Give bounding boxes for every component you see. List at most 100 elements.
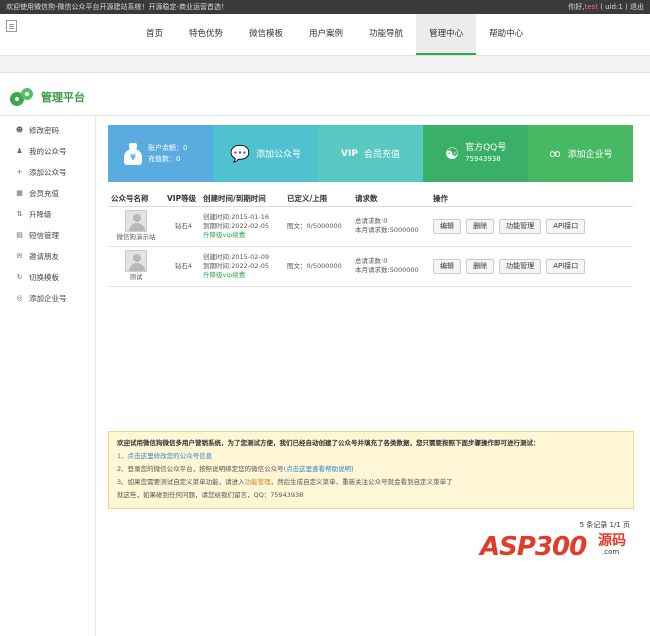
arrows-icon: ⇅ <box>16 210 23 218</box>
delete-button[interactable]: 删除 <box>466 258 495 274</box>
money-bag-icon: ¥ <box>124 142 142 165</box>
sidebar-item-label: 修改密码 <box>29 126 59 135</box>
accounts-table: 公众号名称 VIP等级 创建时间/到期时间 已定义/上限 请求数 操作 微信狗演… <box>108 192 633 287</box>
upgrade-link[interactable]: 升降级vip续费 <box>203 271 284 280</box>
qq-tile[interactable]: ☯ 官方QQ号 75943938 <box>423 125 528 182</box>
sidebar-item-upgrade[interactable]: ⇅ 升降级 <box>0 204 95 225</box>
created-date: 创建时间:2015-01-16 <box>203 212 269 221</box>
sidebar-item-label: 添加公众号 <box>29 168 67 177</box>
nav-home[interactable]: 首页 <box>133 14 176 55</box>
greeting: 你好, <box>568 3 585 11</box>
enterprise-icon: ∞ <box>548 144 562 163</box>
sidebar-item-label: 添加企业号 <box>29 294 67 303</box>
month-requests: 本月请求数:5000000 <box>355 266 419 274</box>
main-nav: 首页 特色优势 微信模板 用户案例 功能导航 管理中心 帮助中心 <box>133 14 536 55</box>
username[interactable]: test <box>585 3 598 11</box>
account-name: 微信狗演示站 <box>116 233 156 241</box>
logout-link[interactable]: 退出 <box>630 3 644 11</box>
add-enterprise-label: 添加企业号 <box>567 150 613 160</box>
sidebar: ☻ 修改密码 ♟ 我的公众号 + 添加公众号 ▦ 会员充值 ⇅ 升降级 ▤ 短信管理 ✉ 邀请… <box>0 116 96 636</box>
vip-recharge-label: 会员充值 <box>363 150 400 160</box>
sidebar-item-switch-template[interactable]: ↻ 切换模板 <box>0 267 95 288</box>
sidebar-item-add-enterprise[interactable]: ◎ 添加企业号 <box>0 288 95 309</box>
vip-icon: VIP <box>341 148 358 159</box>
invite-icon: ✉ <box>16 252 23 260</box>
feature-manage-button[interactable]: 功能管理 <box>499 218 542 234</box>
total-requests: 总请求数:0 <box>355 257 388 265</box>
platform-header: 管理平台 <box>10 83 85 111</box>
top-bar: 欢迎使用微信狗-微信公众平台开源建站系统！开源稳定-商业运营首选！ 你好,tes… <box>0 0 650 14</box>
nav-features[interactable]: 特色优势 <box>176 14 236 55</box>
actions-cell: 编辑 删除 功能管理 API接口 <box>430 246 633 287</box>
qq-number: 75943938 <box>465 154 501 163</box>
edit-button[interactable]: 编辑 <box>433 218 461 234</box>
col-header-dates: 创建时间/到期时间 <box>200 192 284 207</box>
account-name-cell: 微信狗演示站 <box>108 206 164 247</box>
sidebar-item-label: 会员充值 <box>29 189 59 198</box>
requests-cell: 总请求数:0 本月请求数:5000000 <box>352 206 430 247</box>
nav-help-center[interactable]: 帮助中心 <box>476 14 536 55</box>
upgrade-link[interactable]: 升降级vip续费 <box>203 231 284 240</box>
api-button[interactable]: API接口 <box>546 258 586 274</box>
sidebar-item-vip-recharge[interactable]: ▦ 会员充值 <box>0 183 95 204</box>
nav-templates[interactable]: 微信模板 <box>236 14 296 55</box>
header-divider <box>0 115 650 116</box>
vip-level: 钻石4 <box>164 246 200 287</box>
person-icon: ♟ <box>16 147 23 155</box>
notice-step2-text: 2、登录您的微信公众平台，按照说明绑定您的微信公众号 <box>117 465 284 473</box>
sidebar-item-label: 我的公众号 <box>29 147 67 156</box>
feature-manage-link[interactable]: 功能管理 <box>245 478 271 486</box>
col-header-quota: 已定义/上限 <box>284 192 352 207</box>
target-icon: ◎ <box>16 294 23 302</box>
user-icon: ☻ <box>15 126 24 134</box>
add-enterprise-tile[interactable]: ∞ 添加企业号 <box>528 125 633 182</box>
edit-button[interactable]: 编辑 <box>433 258 461 274</box>
sidebar-item-label: 升降级 <box>29 210 52 219</box>
sidebar-item-label: 切换模板 <box>29 273 59 282</box>
notice-step2: 2、登录您的微信公众平台，按照说明绑定您的微信公众号(点击这里查看帮助说明) <box>117 463 625 476</box>
table-row: 测试 钻石4 创建时间:2015-02-09 到期时间:2022-02-05 升… <box>108 246 633 287</box>
avatar[interactable] <box>125 210 147 232</box>
sidebar-item-sms[interactable]: ▤ 短信管理 <box>0 225 95 246</box>
nav-management-center[interactable]: 管理中心 <box>416 14 477 55</box>
month-requests: 本月请求数:5000000 <box>355 226 419 234</box>
sidebar-item-invite[interactable]: ✉ 邀请朋友 <box>0 246 95 267</box>
help-link[interactable]: (点击这里查看帮助说明) <box>284 465 354 473</box>
sidebar-item-change-password[interactable]: ☻ 修改密码 <box>0 120 95 141</box>
site-logo-icon[interactable] <box>6 20 17 32</box>
quota-cell: 图文：0/5000000 <box>284 206 352 247</box>
quick-tiles: ¥ 账户余额：0 充值数：0 💬 添加公众号 VIP 会员充值 ☯ 官方QQ号 … <box>108 125 633 182</box>
delete-button[interactable]: 删除 <box>466 218 495 234</box>
avatar[interactable] <box>125 250 147 272</box>
sidebar-item-label: 短信管理 <box>29 231 59 240</box>
created-date: 创建时间:2015-02-09 <box>203 252 269 261</box>
add-account-tile[interactable]: 💬 添加公众号 <box>213 125 318 182</box>
quota-cell: 图文：0/5000000 <box>284 246 352 287</box>
nav-cases[interactable]: 用户案例 <box>296 14 356 55</box>
sidebar-item-add-account[interactable]: + 添加公众号 <box>0 162 95 183</box>
help-notice: 欢迎试用微信狗微信多用户营销系统，为了您测试方便，我们已经自动创建了公众号并填充… <box>108 431 634 509</box>
api-button[interactable]: API接口 <box>546 218 586 234</box>
sidebar-item-my-accounts[interactable]: ♟ 我的公众号 <box>0 141 95 162</box>
notice-intro: 欢迎试用微信狗微信多用户营销系统，为了您测试方便，我们已经自动创建了公众号并填充… <box>117 439 540 447</box>
actions-cell: 编辑 删除 功能管理 API接口 <box>430 206 633 247</box>
notice-step3-text: 3、如果您需要测试自定义菜单功能，请进入 <box>117 478 245 486</box>
platform-title: 管理平台 <box>41 91 85 104</box>
refresh-icon: ↻ <box>16 273 23 281</box>
table-row: 微信狗演示站 钻石4 创建时间:2015-01-16 到期时间:2022-02-… <box>108 206 633 247</box>
notice-contact: 就这些，如果碰到任何问题，请您给我们留言，QQ：75943938 <box>117 491 304 499</box>
feature-manage-button[interactable]: 功能管理 <box>499 258 542 274</box>
main-navbar: 首页 特色优势 微信模板 用户案例 功能导航 管理中心 帮助中心 <box>0 14 650 56</box>
user-area: 你好,test ( uid:1 ) 退出 <box>568 0 644 14</box>
notice-step1-link[interactable]: 1、点击这里修改您的公众号信息 <box>117 450 625 463</box>
table-header-row: 公众号名称 VIP等级 创建时间/到期时间 已定义/上限 请求数 操作 <box>108 192 633 207</box>
balance-tile[interactable]: ¥ 账户余额：0 充值数：0 <box>108 125 213 182</box>
watermark-brand: ASP300 <box>480 532 587 562</box>
vip-recharge-tile[interactable]: VIP 会员充值 <box>318 125 423 182</box>
card-icon: ▦ <box>16 189 23 197</box>
nav-function-guide[interactable]: 功能导航 <box>356 14 416 55</box>
col-header-vip: VIP等级 <box>164 192 200 207</box>
watermark-suffix: 源码 <box>598 533 626 549</box>
qq-penguin-icon: ☯ <box>444 144 460 163</box>
col-header-requests: 请求数 <box>352 192 430 207</box>
